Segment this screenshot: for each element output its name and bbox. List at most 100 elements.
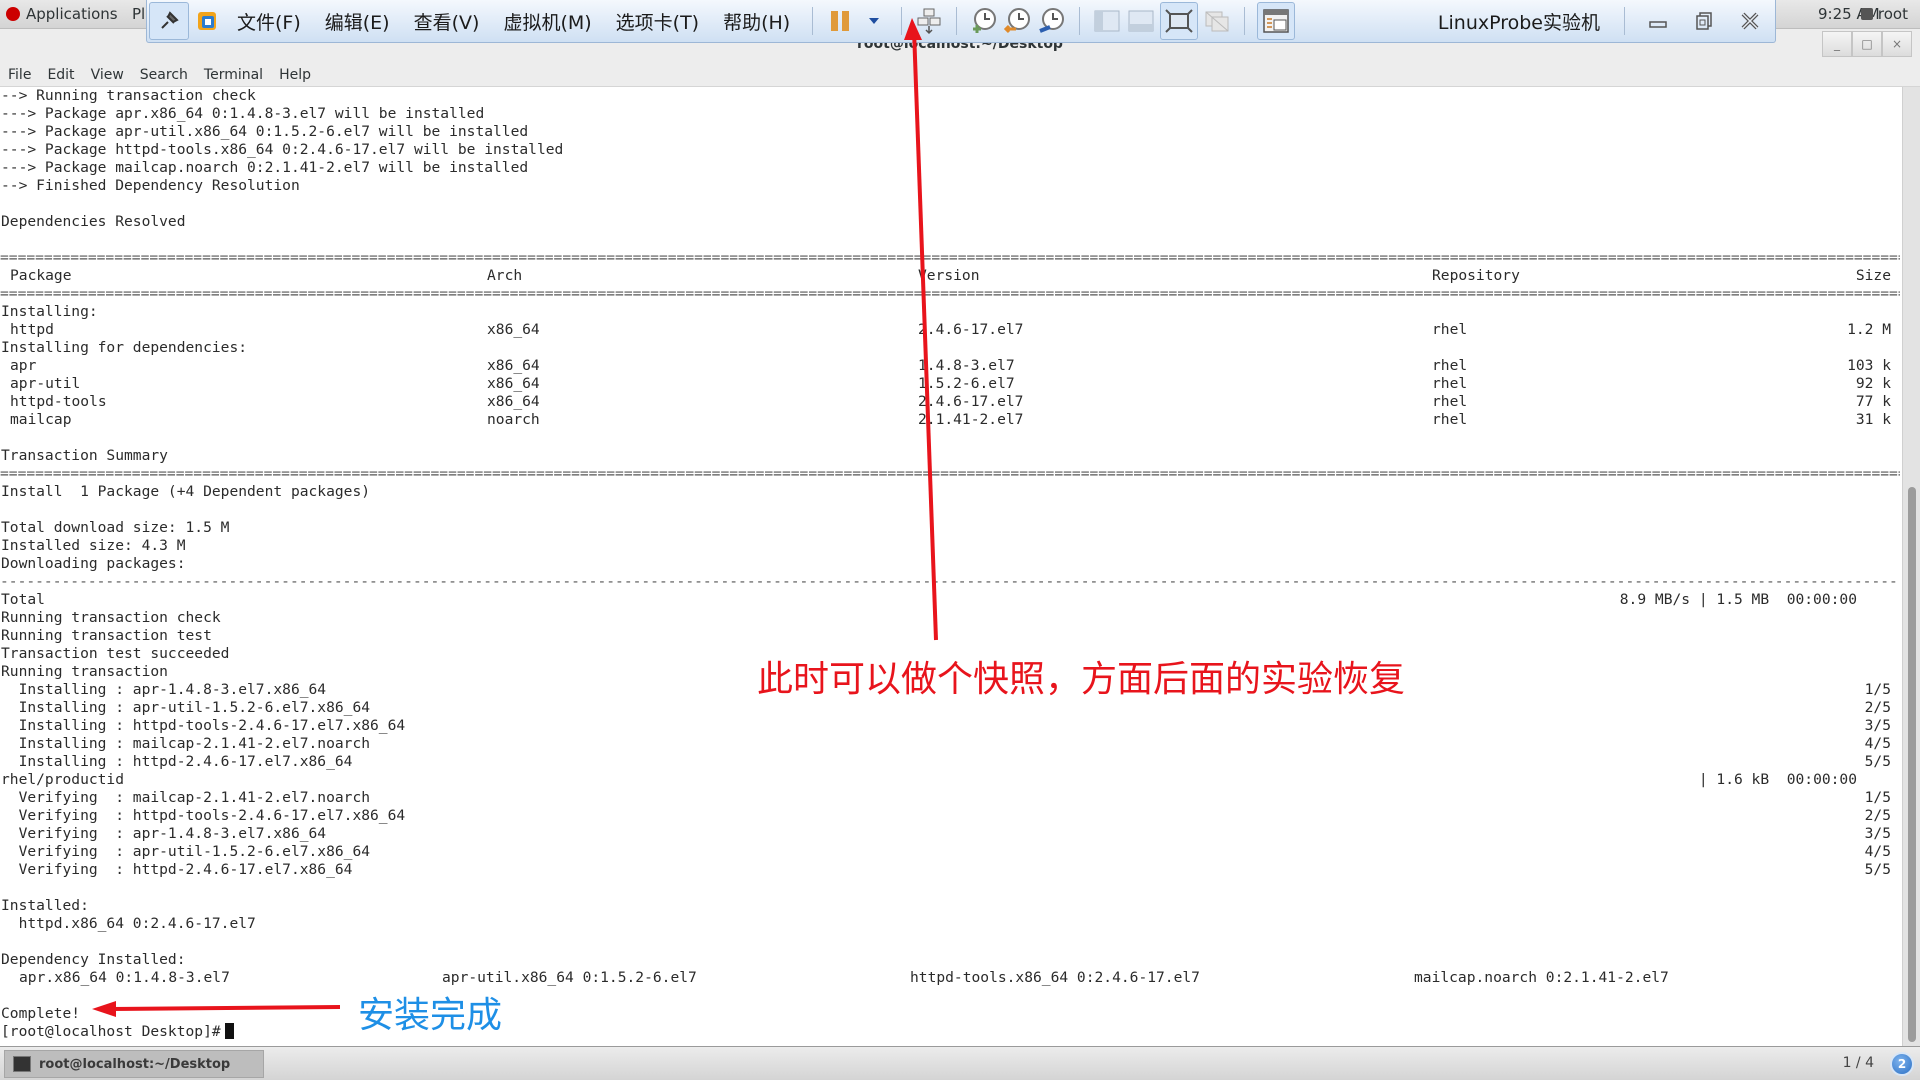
terminal-menu-edit[interactable]: Edit (47, 67, 74, 83)
step-count: 2/5 (1864, 807, 1891, 824)
total-label: Total (1, 591, 45, 608)
take-snapshot-button[interactable] (969, 6, 999, 36)
step-count: 1/5 (1864, 681, 1891, 698)
workspace-indicator[interactable]: 1 / 4 (1843, 1055, 1874, 1071)
full-screen-button[interactable] (1160, 2, 1199, 40)
step-count: 1/5 (1864, 789, 1891, 806)
table-cell-version: 2.1.41-2.el7 (918, 411, 1024, 428)
user-name: root (1877, 5, 1908, 23)
toolbar-separator (1079, 7, 1081, 35)
menu-help[interactable]: 帮助(H) (711, 8, 802, 35)
complete-annotation: 安装完成 (358, 995, 503, 1036)
output-line: ---> Package apr.x86_64 0:1.4.8-3.el7 wi… (1, 105, 485, 122)
terminal-maximize-button[interactable]: □ (1852, 31, 1882, 57)
menu-file[interactable]: 文件(F) (225, 8, 313, 35)
bottom-taskbar: root@localhost:~/Desktop 1 / 4 2 (0, 1046, 1920, 1080)
menu-tabs[interactable]: 选项卡(T) (604, 8, 711, 35)
toolbar-minimize-button[interactable] (1643, 6, 1673, 36)
dropdown-arrow-icon (869, 18, 880, 24)
table-cell-package: apr-util (10, 375, 81, 392)
snapshot-manager-button[interactable] (1037, 6, 1067, 36)
user-menu[interactable]: root (1860, 5, 1908, 23)
unity-icon (1205, 11, 1229, 32)
pause-button[interactable] (825, 6, 855, 36)
send-ctrl-alt-del-button[interactable] (914, 6, 944, 36)
send-ctrl-alt-del-icon (917, 8, 941, 35)
notification-badge[interactable]: 2 (1890, 1052, 1914, 1076)
output-line: Running transaction (1, 663, 168, 680)
menu-edit[interactable]: 编辑(E) (313, 8, 402, 35)
installed-size: Installed size: 4.3 M (1, 537, 186, 554)
show-library-button[interactable] (1092, 6, 1122, 36)
terminal-minimize-button[interactable]: _ (1822, 31, 1852, 57)
separator-rule: ========================================… (0, 465, 1900, 482)
table-cell-arch: x86_64 (487, 321, 540, 338)
table-cell-size: 92 k (1855, 375, 1891, 392)
terminal-close-button[interactable]: × (1882, 31, 1912, 57)
table-cell-repository: rhel (1432, 393, 1468, 410)
table-cell-version: 2.4.6-17.el7 (918, 393, 1024, 410)
places-menu[interactable]: Pl (132, 5, 145, 23)
install-step: Installing : httpd-2.4.6-17.el7.x86_64 (1, 753, 353, 770)
applications-menu[interactable]: Applications (6, 5, 118, 23)
productid-stats: | 1.6 kB 00:00:00 (1698, 771, 1857, 788)
toolbar-close-button[interactable] (1735, 6, 1765, 36)
console-view-button[interactable] (1257, 2, 1296, 40)
terminal-menu-help[interactable]: Help (279, 67, 311, 83)
shell-prompt[interactable]: [root@localhost Desktop]# (1, 1023, 234, 1041)
separator-rule: ========================================… (0, 249, 1900, 266)
download-size: Total download size: 1.5 M (1, 519, 230, 536)
header-size: Size (1855, 267, 1891, 284)
toolbar-separator (1244, 7, 1246, 35)
redhat-logo-icon (6, 7, 20, 21)
table-cell-version: 1.5.2-6.el7 (918, 375, 1015, 392)
dep-installed-item: httpd-tools.x86_64 0:2.4.6-17.el7 (910, 969, 1200, 986)
menu-vm[interactable]: 虚拟机(M) (491, 8, 603, 35)
install-summary: Install 1 Package (+4 Dependent packages… (1, 483, 371, 500)
menu-view[interactable]: 查看(V) (402, 8, 492, 35)
step-count: 3/5 (1864, 825, 1891, 842)
output-line: ---> Package httpd-tools.x86_64 0:2.4.6-… (1, 141, 564, 158)
productid-line: rhel/productid (1, 771, 125, 788)
snapshot-annotation: 此时可以做个快照，方面后面的实验恢复 (757, 659, 1406, 700)
table-cell-repository: rhel (1432, 321, 1468, 338)
power-dropdown-button[interactable] (859, 6, 889, 36)
install-step: Installing : mailcap-2.1.41-2.el7.noarch (1, 735, 371, 752)
terminal-menu-view[interactable]: View (91, 67, 124, 83)
table-cell-size: 1.2 M (1847, 321, 1891, 338)
terminal-menu-terminal[interactable]: Terminal (204, 67, 263, 83)
scrollbar-thumb[interactable] (1908, 487, 1916, 1042)
terminal-scrollbar[interactable] (1902, 87, 1920, 1046)
step-count: 5/5 (1864, 861, 1891, 878)
separator-rule: ----------------------------------------… (0, 573, 1900, 590)
revert-snapshot-icon (1004, 8, 1031, 34)
terminal-icon (13, 1056, 31, 1072)
table-cell-package: mailcap (10, 411, 72, 428)
table-cell-repository: rhel (1432, 411, 1468, 428)
table-cell-arch: x86_64 (487, 357, 540, 374)
dep-installed-item: apr.x86_64 0:1.4.8-3.el7 (19, 969, 230, 986)
output-line: Running transaction check (1, 609, 221, 626)
table-cell-repository: rhel (1432, 357, 1468, 374)
minimize-icon (1649, 21, 1667, 28)
header-arch: Arch (487, 267, 523, 284)
table-cell-size: 103 k (1847, 357, 1891, 374)
vmware-toolbar: 文件(F) 编辑(E) 查看(V) 虚拟机(M) 选项卡(T) 帮助(H) Li… (146, 0, 1776, 43)
terminal-output[interactable]: --> Running transaction check ---> Packa… (0, 87, 1902, 1046)
vmware-logo-icon (198, 12, 216, 30)
restore-icon (1696, 12, 1712, 30)
terminal-menu-file[interactable]: File (8, 67, 31, 83)
toolbar-separator (812, 7, 814, 35)
thumbnail-bar-button[interactable] (1126, 6, 1156, 36)
pin-toolbar-button[interactable] (149, 2, 189, 40)
install-step: Installing : httpd-tools-2.4.6-17.el7.x8… (1, 717, 406, 734)
toolbar-restore-button[interactable] (1689, 6, 1719, 36)
vmware-logo[interactable] (193, 6, 223, 36)
table-cell-arch: x86_64 (487, 393, 540, 410)
verify-step: Verifying : apr-1.4.8-3.el7.x86_64 (1, 825, 327, 842)
toolbar-separator (1624, 7, 1625, 35)
unity-button[interactable] (1202, 6, 1232, 36)
taskbar-terminal-item[interactable]: root@localhost:~/Desktop (4, 1050, 264, 1078)
revert-snapshot-button[interactable] (1003, 6, 1033, 36)
terminal-menu-search[interactable]: Search (140, 67, 188, 83)
